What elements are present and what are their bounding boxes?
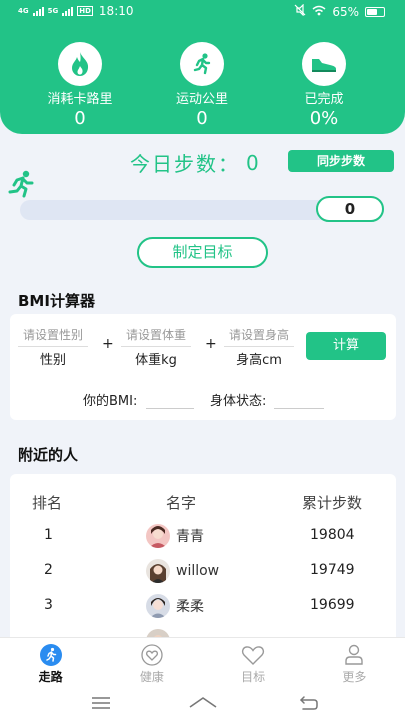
row-rank: 1 xyxy=(44,527,53,543)
body-status-field xyxy=(274,408,324,409)
back-icon[interactable] xyxy=(298,694,320,716)
row-name: willow xyxy=(176,563,220,579)
gender-input[interactable]: 请设置性别 xyxy=(18,328,88,342)
stat-distance: 运动公里 0 xyxy=(142,42,262,129)
stat-completed: 已完成 0% xyxy=(264,42,384,129)
height-field[interactable]: 请设置身高 身高cm xyxy=(224,328,294,369)
walk-icon xyxy=(38,644,64,666)
tab-more[interactable]: 更多 xyxy=(304,638,405,687)
today-steps-value: 0 xyxy=(246,150,259,175)
steps-progress-value: 0 xyxy=(316,196,384,222)
tab-more-label: 更多 xyxy=(342,670,367,684)
mute-icon xyxy=(294,3,306,19)
table-row[interactable]: 3 柔柔 19699 xyxy=(10,591,396,621)
weight-unit: 体重kg xyxy=(135,353,177,368)
gender-field[interactable]: 请设置性别 性别 xyxy=(18,328,88,369)
battery-icon xyxy=(365,6,385,17)
signal-icon xyxy=(62,6,74,16)
column-header-rank: 排名 xyxy=(32,494,63,512)
weight-field[interactable]: 请设置体重 体重kg xyxy=(121,328,191,369)
row-rank: 3 xyxy=(44,597,53,613)
bmi-section-title: BMI计算器 xyxy=(18,292,95,310)
height-underline xyxy=(224,346,294,347)
tab-health[interactable]: 健康 xyxy=(101,638,202,687)
gender-underline xyxy=(18,346,88,347)
bmi-result-field xyxy=(146,408,194,409)
status-bar: 4G 5G HD 18:10 65% xyxy=(0,0,405,26)
plus-sign: + xyxy=(102,336,114,352)
completed-label: 已完成 xyxy=(304,92,344,107)
network-4g: 4G xyxy=(18,7,29,15)
tab-walk[interactable]: 走路 xyxy=(0,638,101,687)
row-steps: 19804 xyxy=(310,527,355,543)
bmi-card: 请设置性别 性别 请设置体重 体重kg 请设置身高 身高cm 计算 你的BMI:… xyxy=(10,314,396,420)
home-icon[interactable] xyxy=(188,693,218,715)
signal-icon xyxy=(32,6,44,16)
avatar xyxy=(146,594,170,618)
status-time: 18:10 xyxy=(98,4,134,18)
tab-goal[interactable]: 目标 xyxy=(203,638,304,687)
avatar xyxy=(146,524,170,548)
tab-walk-label: 走路 xyxy=(38,670,63,684)
sync-steps-button[interactable]: 同步步数 xyxy=(288,150,394,172)
calories-label: 消耗卡路里 xyxy=(47,92,113,107)
column-header-steps: 累计步数 xyxy=(302,494,363,512)
distance-value: 0 xyxy=(196,108,208,129)
plus-sign: + xyxy=(205,336,217,352)
table-row[interactable]: 1 青青 19804 xyxy=(10,521,396,551)
distance-label: 运动公里 xyxy=(175,92,228,107)
tab-health-label: 健康 xyxy=(139,670,164,684)
row-steps: 19749 xyxy=(310,562,355,578)
heart-outline-icon xyxy=(240,644,266,666)
table-row[interactable]: 2 willow 19749 xyxy=(10,556,396,586)
weight-input[interactable]: 请设置体重 xyxy=(121,328,191,342)
height-input[interactable]: 请设置身高 xyxy=(224,328,294,342)
stat-calories: 消耗卡路里 0 xyxy=(20,42,140,129)
today-steps-row: 今日步数： 0 xyxy=(130,148,259,177)
wifi-icon xyxy=(312,5,326,19)
system-navigation-bar xyxy=(0,687,405,720)
nearby-card: 排名 名字 累计步数 1 青青 19804 2 willow 19749 3 柔… xyxy=(10,474,396,650)
avatar xyxy=(146,559,170,583)
battery-text: 65% xyxy=(332,4,359,19)
row-name: 青青 xyxy=(176,529,204,545)
today-steps-title: 今日步数： xyxy=(130,152,240,176)
nearby-section-title: 附近的人 xyxy=(18,446,79,464)
weight-underline xyxy=(121,346,191,347)
calculate-button[interactable]: 计算 xyxy=(306,332,386,360)
row-name: 柔柔 xyxy=(176,599,204,615)
runner-icon xyxy=(6,170,36,198)
runner-icon xyxy=(180,42,224,86)
column-header-name: 名字 xyxy=(166,494,197,512)
completed-value: 0% xyxy=(309,108,339,129)
gender-unit: 性别 xyxy=(39,353,66,368)
set-goal-button[interactable]: 制定目标 xyxy=(137,237,268,268)
user-icon xyxy=(341,644,367,666)
tab-goal-label: 目标 xyxy=(241,670,266,684)
network-5g: 5G xyxy=(47,7,59,15)
row-rank: 2 xyxy=(44,562,53,578)
bottom-tab-bar: 走路 健康 目标 更多 xyxy=(0,637,405,687)
heart-icon xyxy=(139,644,165,666)
body-status-label: 身体状态: xyxy=(210,394,267,409)
height-unit: 身高cm xyxy=(236,353,282,368)
menu-icon[interactable] xyxy=(90,695,112,715)
flame-icon xyxy=(58,42,102,86)
hd-badge: HD xyxy=(77,6,93,16)
row-steps: 19699 xyxy=(310,597,355,613)
calories-value: 0 xyxy=(74,108,86,129)
bmi-result-label: 你的BMI: xyxy=(83,394,138,409)
shoe-icon xyxy=(302,42,346,86)
